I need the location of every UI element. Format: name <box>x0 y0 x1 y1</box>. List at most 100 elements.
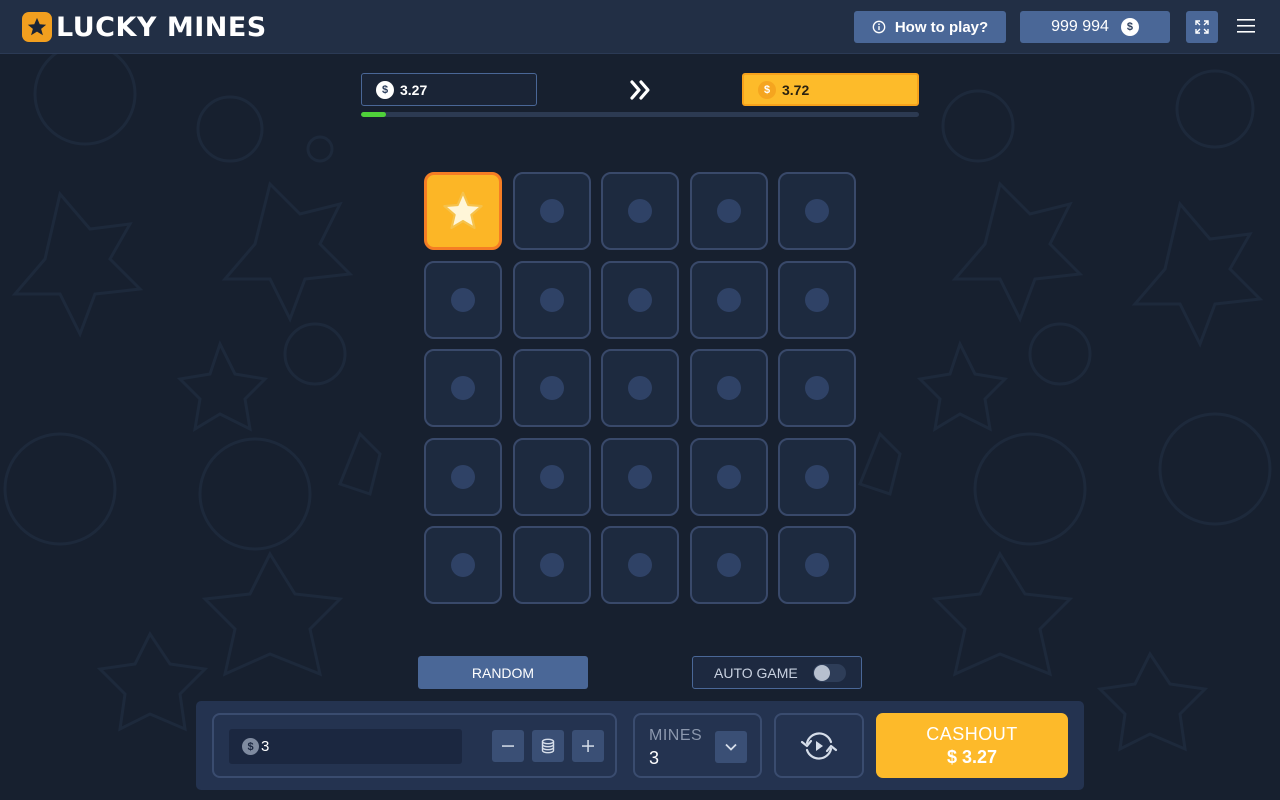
cashout-button[interactable]: CASHOUT $ 3.27 <box>876 713 1068 778</box>
mines-grid <box>424 172 856 604</box>
grid-cell[interactable] <box>601 349 679 427</box>
hidden-cell-dot <box>805 199 829 223</box>
progress-bar <box>361 112 919 117</box>
hidden-cell-dot <box>805 553 829 577</box>
hidden-cell-dot <box>716 553 741 577</box>
hidden-cell-dot <box>628 376 652 400</box>
balance-display: 999 994 $ <box>1020 11 1170 43</box>
chevron-down-icon <box>725 743 737 751</box>
grid-cell[interactable] <box>512 437 591 516</box>
grid-cell[interactable] <box>689 437 768 516</box>
grid-cell[interactable] <box>424 260 502 339</box>
hidden-cell-dot <box>716 199 741 223</box>
top-bar: LUCKY MINES How to play? 999 994 $ <box>0 0 1280 54</box>
mines-label: MINES <box>649 727 703 744</box>
info-icon <box>872 20 886 34</box>
mines-value: 3 <box>649 748 660 768</box>
next-multiplier-value: 3.72 <box>782 81 810 98</box>
hidden-cell-dot <box>628 553 652 577</box>
logo: LUCKY MINES <box>22 11 267 43</box>
grid-cell[interactable] <box>601 526 679 604</box>
grid-cell[interactable] <box>424 526 502 604</box>
hidden-cell-dot <box>539 553 564 577</box>
bet-panel: $ 3 MINES 3 CASHOUT $ 3.27 <box>196 701 1084 790</box>
autoplay-icon <box>800 731 838 760</box>
hamburger-icon <box>1237 19 1255 33</box>
hidden-cell-dot <box>716 287 741 312</box>
random-button[interactable]: RANDOM <box>418 656 588 689</box>
hidden-cell-dot <box>628 464 652 489</box>
grid-cell[interactable] <box>778 526 856 604</box>
hidden-cell-dot <box>451 464 475 489</box>
grid-cell[interactable] <box>689 526 768 604</box>
grid-cell[interactable] <box>689 172 768 250</box>
grid-cell[interactable] <box>778 260 856 339</box>
mines-dropdown-button[interactable] <box>715 731 747 763</box>
coin-icon: $ <box>1120 18 1139 36</box>
fullscreen-icon <box>1195 20 1209 34</box>
coin-stack-button[interactable] <box>532 730 564 762</box>
grid-cell[interactable] <box>778 349 856 427</box>
hidden-cell-dot <box>805 464 829 489</box>
grid-cell[interactable] <box>601 260 679 339</box>
coin-icon: $ <box>242 738 259 755</box>
grid-cell[interactable] <box>424 437 502 516</box>
hidden-cell-dot <box>451 553 475 577</box>
toggle-switch[interactable] <box>813 664 846 682</box>
cashout-amount: $ 3.27 <box>946 746 998 767</box>
grid-cell[interactable] <box>512 172 591 250</box>
hidden-cell-dot <box>451 287 475 312</box>
hidden-cell-dot <box>628 287 652 312</box>
cashout-label: CASHOUT <box>926 723 1018 744</box>
auto-game-label: AUTO GAME <box>714 664 798 681</box>
logo-text: LUCKY MINES <box>56 11 267 43</box>
minus-icon <box>502 745 514 747</box>
coin-icon: $ <box>376 80 394 99</box>
grid-cell[interactable] <box>601 172 679 250</box>
how-to-play-button[interactable]: How to play? <box>854 11 1006 43</box>
auto-game-toggle[interactable]: AUTO GAME <box>692 656 862 689</box>
plus-icon <box>582 740 594 752</box>
toggle-knob <box>814 665 830 681</box>
grid-cell[interactable] <box>778 172 856 250</box>
hidden-cell-dot <box>451 376 475 400</box>
grid-cell[interactable] <box>512 260 591 339</box>
grid-cell[interactable] <box>512 349 591 427</box>
hidden-cell-dot <box>628 199 652 223</box>
next-multiplier: $ 3.72 <box>742 73 919 106</box>
coin-icon: $ <box>758 80 776 99</box>
hidden-cell-dot <box>539 376 564 400</box>
hidden-cell-dot <box>716 376 741 400</box>
hidden-cell-dot <box>805 287 829 312</box>
balance-value: 999 994 <box>1051 18 1109 35</box>
grid-cell[interactable] <box>424 172 502 250</box>
hidden-cell-dot <box>716 464 741 489</box>
decrease-bet-button[interactable] <box>492 730 524 762</box>
hidden-cell-dot <box>539 287 564 312</box>
mines-selector[interactable]: MINES 3 <box>633 713 762 778</box>
current-multiplier: $ 3.27 <box>361 73 537 106</box>
double-chevron-right-icon <box>630 80 650 100</box>
increase-bet-button[interactable] <box>572 730 604 762</box>
how-to-play-label: How to play? <box>894 18 989 36</box>
bet-amount-box: $ 3 <box>212 713 617 778</box>
star-logo-icon <box>22 12 52 42</box>
grid-cell[interactable] <box>601 437 679 516</box>
grid-cell[interactable] <box>689 349 768 427</box>
current-multiplier-value: 3.27 <box>400 81 428 98</box>
grid-cell[interactable] <box>424 349 502 427</box>
fullscreen-button[interactable] <box>1186 11 1218 43</box>
grid-cell[interactable] <box>778 437 856 516</box>
autoplay-button[interactable] <box>774 713 864 778</box>
hidden-cell-dot <box>805 376 829 400</box>
bet-amount-input[interactable]: $ 3 <box>229 729 462 764</box>
grid-cell[interactable] <box>512 526 591 604</box>
progress-fill <box>361 112 387 117</box>
grid-cell[interactable] <box>689 260 768 339</box>
hidden-cell-dot <box>539 199 564 223</box>
menu-button[interactable] <box>1234 14 1258 38</box>
hidden-cell-dot <box>539 464 564 489</box>
bet-amount-value: 3 <box>261 738 270 755</box>
coin-stack-icon <box>541 738 555 754</box>
star-icon <box>443 191 483 230</box>
